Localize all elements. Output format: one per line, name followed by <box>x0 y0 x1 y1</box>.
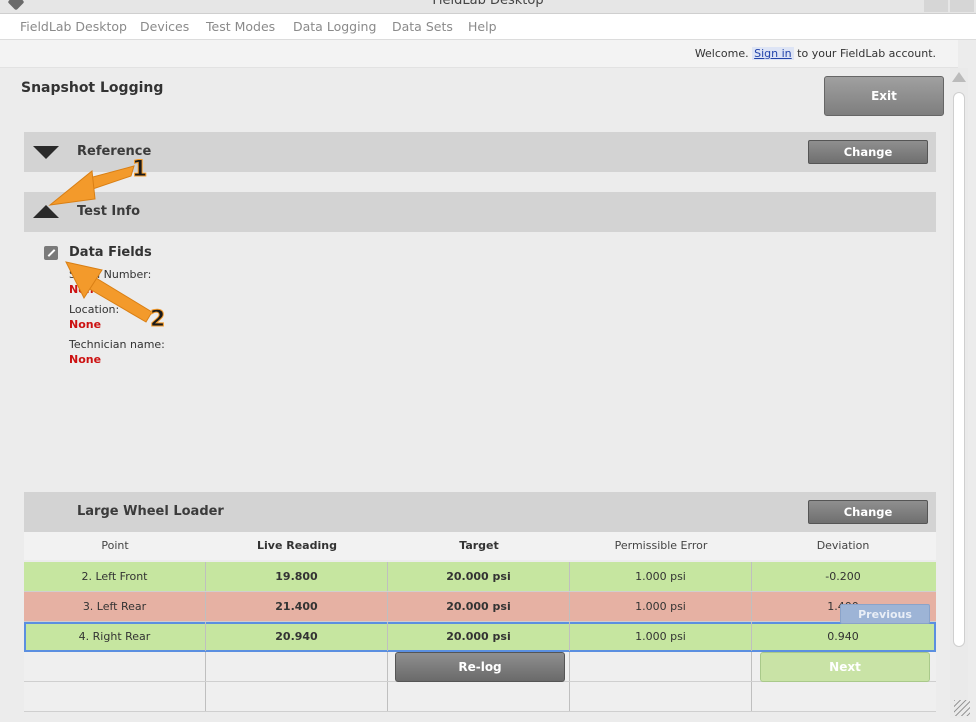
welcome-suffix: to your FieldLab account. <box>797 47 936 60</box>
live-reading-cell: 19.800 <box>206 562 388 591</box>
data-fields-title: Data Fields <box>69 245 152 260</box>
reference-section: Reference Change <box>24 132 936 172</box>
empty-cell <box>24 652 206 681</box>
live-reading-cell: 20.940 <box>206 622 388 651</box>
deviation-cell: 0.940 <box>827 630 859 643</box>
menu-fieldlab-desktop[interactable]: FieldLab Desktop <box>20 19 127 34</box>
relog-button[interactable]: Re-log <box>395 652 565 682</box>
welcome-bar: Welcome. Sign in to your FieldLab accoun… <box>0 40 958 68</box>
point-cell: 4. Right Rear <box>24 622 206 651</box>
target-cell: 20.000 psi <box>388 562 570 591</box>
empty-cell <box>570 652 752 681</box>
menu-data-logging[interactable]: Data Logging <box>293 19 376 34</box>
change-reference-button[interactable]: Change <box>808 140 928 164</box>
field-value-location: None <box>69 318 102 331</box>
menu-bar: FieldLab Desktop Devices Test Modes Data… <box>0 14 976 40</box>
column-header-deviation: Deviation <box>816 539 870 552</box>
machine-label: Large Wheel Loader <box>77 504 224 519</box>
collapse-test-info-icon[interactable] <box>33 205 59 218</box>
title-bar: FieldLab Desktop <box>0 0 976 14</box>
test-info-section: Test Info <box>24 192 936 232</box>
deviation-cell: -0.200 <box>825 570 861 583</box>
table-row[interactable]: 2. Left Front 19.800 20.000 psi 1.000 ps… <box>24 562 936 592</box>
field-label-technician-name: Technician name: <box>69 338 165 351</box>
table-row-selected[interactable]: 4. Right Rear 20.940 20.000 psi 1.000 ps… <box>24 622 936 652</box>
table-row-empty <box>24 682 936 712</box>
menu-help[interactable]: Help <box>468 19 497 34</box>
previous-button[interactable]: Previous <box>840 604 930 624</box>
table-header: Point Live Reading Target Permissible Er… <box>24 532 936 560</box>
empty-cell <box>24 682 206 711</box>
menu-test-modes[interactable]: Test Modes <box>206 19 275 34</box>
column-header-point: Point <box>101 539 129 552</box>
target-cell: 20.000 psi <box>388 592 570 621</box>
test-info-label: Test Info <box>77 204 141 219</box>
column-header-permissible-error: Permissible Error <box>614 539 708 552</box>
sign-in-link[interactable]: Sign in <box>752 47 794 60</box>
page-title: Snapshot Logging <box>21 80 164 96</box>
field-label-serial-number: Serial Number: <box>69 268 152 281</box>
empty-cell <box>206 652 388 681</box>
permissible-error-cell: 1.000 psi <box>570 622 752 651</box>
field-value-technician-name: None <box>69 353 102 366</box>
exit-button[interactable]: Exit <box>824 76 944 116</box>
menu-data-sets[interactable]: Data Sets <box>392 19 453 34</box>
expand-reference-icon[interactable] <box>33 146 59 159</box>
field-label-location: Location: <box>69 303 120 316</box>
table-row[interactable]: 3. Left Rear 21.400 20.000 psi 1.000 psi… <box>24 592 936 622</box>
permissible-error-cell: 1.000 psi <box>570 562 752 591</box>
live-reading-cell: 21.400 <box>206 592 388 621</box>
resize-grip-icon[interactable] <box>954 700 970 716</box>
scroll-thumb[interactable] <box>953 92 965 647</box>
target-cell: 20.000 psi <box>388 622 570 651</box>
empty-cell <box>752 682 934 711</box>
window-title: FieldLab Desktop <box>432 0 544 8</box>
point-cell: 3. Left Rear <box>24 592 206 621</box>
column-header-live-reading: Live Reading <box>257 539 337 552</box>
column-header-target: Target <box>459 539 499 552</box>
empty-cell <box>388 682 570 711</box>
change-machine-button[interactable]: Change <box>808 500 928 524</box>
machine-section: Large Wheel Loader Change <box>24 492 936 532</box>
menu-devices[interactable]: Devices <box>140 19 189 34</box>
vertical-scrollbar[interactable] <box>950 68 968 718</box>
next-button[interactable]: Next <box>760 652 930 682</box>
welcome-prefix: Welcome. <box>694 47 749 60</box>
point-cell: 2. Left Front <box>24 562 206 591</box>
edit-pencil-icon[interactable] <box>44 246 58 260</box>
empty-cell <box>206 682 388 711</box>
welcome-message: Welcome. Sign in to your FieldLab accoun… <box>695 47 936 60</box>
scroll-up-icon[interactable] <box>952 72 966 82</box>
callout-number-1: 1 <box>131 157 148 183</box>
permissible-error-cell: 1.000 psi <box>570 592 752 621</box>
callout-number-2: 2 <box>149 307 166 333</box>
minimize-icon[interactable] <box>924 0 948 12</box>
close-icon[interactable] <box>950 0 974 12</box>
field-value-serial-number: None <box>69 283 102 296</box>
empty-cell <box>570 682 752 711</box>
